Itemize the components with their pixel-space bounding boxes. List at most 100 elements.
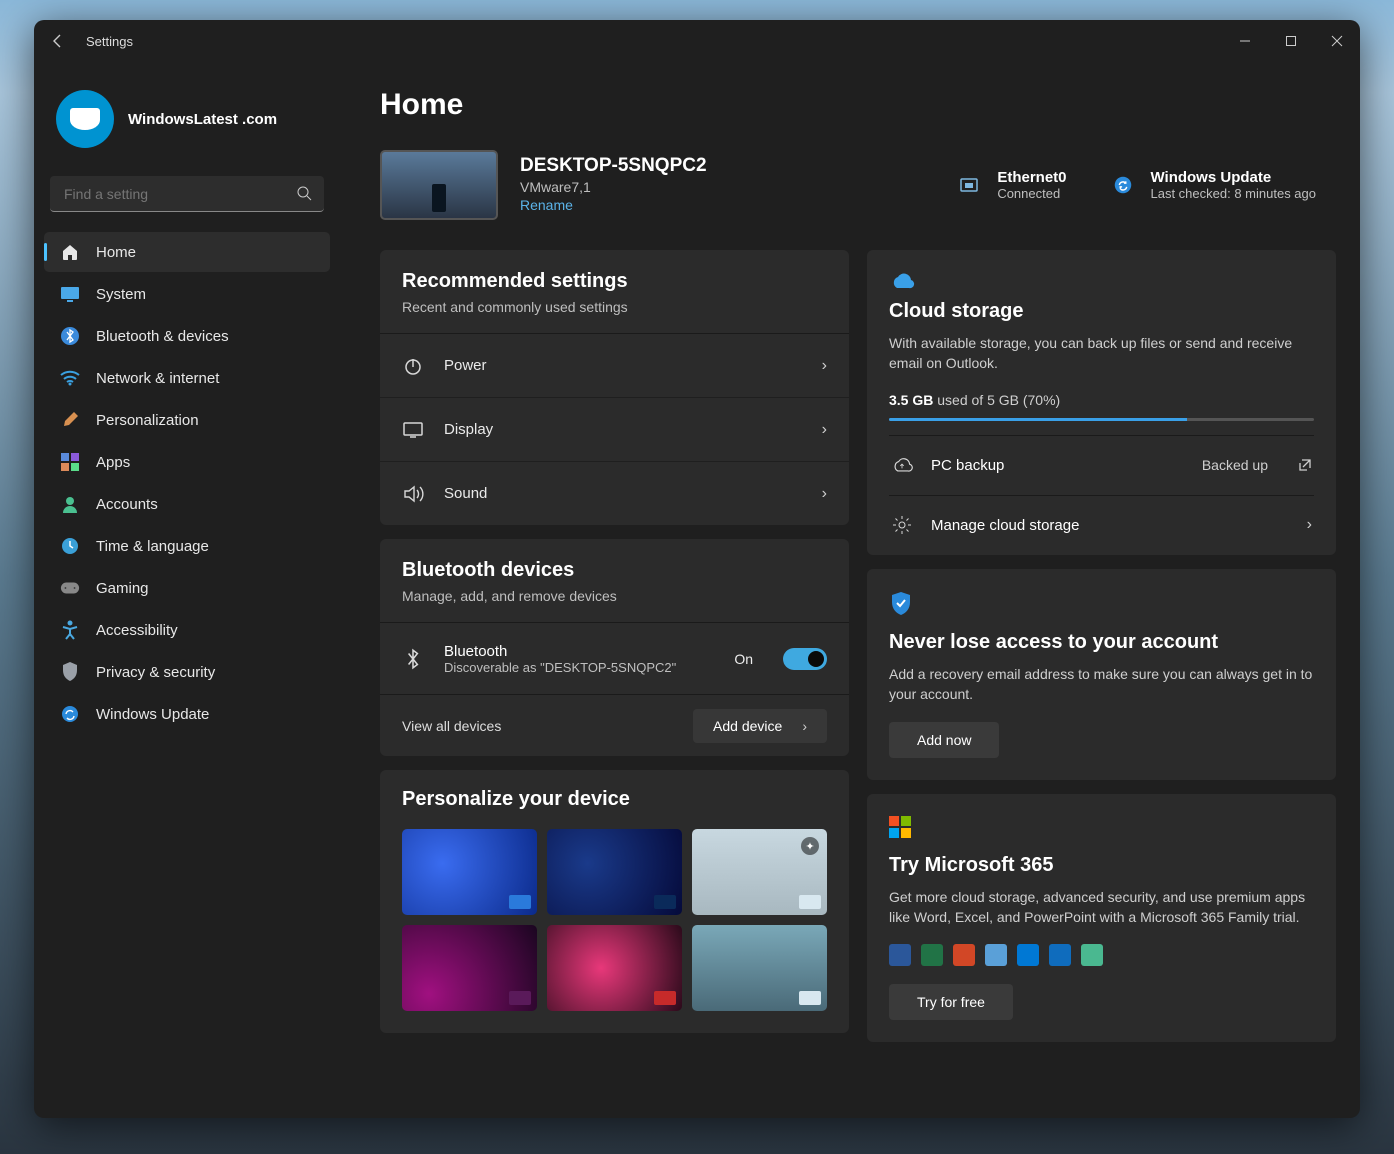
sidebar-item-label: Gaming — [96, 580, 149, 597]
theme-option[interactable] — [402, 925, 537, 1011]
sound-icon — [402, 485, 424, 503]
sidebar-item-label: Windows Update — [96, 706, 209, 723]
sidebar-item-label: Personalization — [96, 412, 199, 429]
search-input[interactable] — [50, 176, 324, 212]
power-icon — [402, 356, 424, 376]
m365-title: Try Microsoft 365 — [889, 854, 1314, 877]
clock-icon — [60, 536, 80, 556]
manage-cloud-label: Manage cloud storage — [931, 517, 1289, 534]
sidebar-item-gaming[interactable]: Gaming — [44, 568, 330, 608]
word-icon — [889, 944, 911, 966]
setting-sound[interactable]: Sound› — [380, 461, 849, 525]
sidebar-item-apps[interactable]: Apps — [44, 442, 330, 482]
theme-option[interactable] — [402, 829, 537, 915]
pc-backup-status: Backed up — [1202, 457, 1268, 473]
close-button[interactable] — [1314, 23, 1360, 59]
page-title: Home — [380, 88, 1336, 122]
recommended-sub: Recent and commonly used settings — [402, 299, 827, 315]
add-device-label: Add device — [713, 718, 782, 734]
bluetooth-icon — [60, 326, 80, 346]
theme-option[interactable] — [547, 925, 682, 1011]
recommended-title: Recommended settings — [402, 270, 827, 293]
shield-check-icon — [889, 591, 1314, 617]
update-sub: Last checked: 8 minutes ago — [1151, 186, 1317, 201]
bt-label: Bluetooth — [444, 643, 714, 660]
pc-backup-row[interactable]: PC backup Backed up — [889, 435, 1314, 495]
bluetooth-title: Bluetooth devices — [402, 559, 827, 582]
back-button[interactable] — [34, 20, 82, 62]
bluetooth-icon — [402, 648, 424, 670]
sidebar-item-home[interactable]: Home — [44, 232, 330, 272]
chevron-right-icon: › — [822, 485, 827, 503]
recovery-title: Never lose access to your account — [889, 631, 1314, 654]
setting-power[interactable]: Power› — [380, 333, 849, 397]
sidebar-item-system[interactable]: System — [44, 274, 330, 314]
chevron-right-icon: › — [1307, 516, 1312, 534]
manage-cloud-row[interactable]: Manage cloud storage › — [889, 495, 1314, 555]
recommended-card: Recommended settings Recent and commonly… — [380, 250, 849, 525]
defender-icon — [985, 944, 1007, 966]
external-link-icon — [1298, 458, 1312, 472]
device-info: DESKTOP-5SNQPC2 VMware7,1 Rename — [520, 155, 933, 215]
try-free-button[interactable]: Try for free — [889, 984, 1013, 1020]
chevron-right-icon: › — [822, 421, 827, 439]
bluetooth-toggle[interactable] — [783, 648, 827, 670]
search-icon[interactable] — [296, 185, 312, 201]
shield-icon — [60, 662, 80, 682]
setting-label: Display — [444, 421, 802, 438]
maximize-button[interactable] — [1268, 23, 1314, 59]
profile[interactable]: WindowsLatest .com — [44, 80, 330, 168]
network-title: Ethernet0 — [997, 169, 1066, 186]
excel-icon — [921, 944, 943, 966]
apps-icon — [60, 452, 80, 472]
device-name: DESKTOP-5SNQPC2 — [520, 155, 933, 177]
gaming-icon — [60, 578, 80, 598]
system-icon — [60, 284, 80, 304]
device-thumbnail[interactable] — [380, 150, 498, 220]
add-device-button[interactable]: Add device › — [693, 709, 827, 743]
sidebar-item-label: Accounts — [96, 496, 158, 513]
bluetooth-sub: Manage, add, and remove devices — [402, 588, 827, 604]
m365-card: Try Microsoft 365 Get more cloud storage… — [867, 794, 1336, 1042]
main: Home DESKTOP-5SNQPC2 VMware7,1 Rename Et… — [340, 62, 1360, 1118]
m365-body: Get more cloud storage, advanced securit… — [889, 887, 1314, 928]
account-icon — [60, 494, 80, 514]
pc-backup-label: PC backup — [931, 457, 1184, 474]
minimize-button[interactable] — [1222, 23, 1268, 59]
update-status[interactable]: Windows Update Last checked: 8 minutes a… — [1109, 169, 1317, 201]
spotlight-icon: ✦ — [801, 837, 819, 855]
sidebar-item-network-internet[interactable]: Network & internet — [44, 358, 330, 398]
add-now-button[interactable]: Add now — [889, 722, 999, 758]
rename-link[interactable]: Rename — [520, 197, 573, 213]
sidebar-item-privacy-security[interactable]: Privacy & security — [44, 652, 330, 692]
device-model: VMware7,1 — [520, 179, 933, 195]
setting-display[interactable]: Display › — [380, 397, 849, 461]
sidebar-item-accounts[interactable]: Accounts — [44, 484, 330, 524]
recovery-body: Add a recovery email address to make sur… — [889, 664, 1314, 705]
sidebar-item-personalization[interactable]: Personalization — [44, 400, 330, 440]
brush-icon — [60, 410, 80, 430]
view-all-devices[interactable]: View all devices — [402, 718, 501, 734]
sidebar-item-time-language[interactable]: Time & language — [44, 526, 330, 566]
sidebar-item-accessibility[interactable]: Accessibility — [44, 610, 330, 650]
sidebar-item-label: Home — [96, 244, 136, 261]
theme-option[interactable] — [692, 925, 827, 1011]
cloud-backup-icon — [891, 456, 913, 474]
home-icon — [60, 242, 80, 262]
theme-option[interactable] — [547, 829, 682, 915]
network-status[interactable]: Ethernet0 Connected — [955, 169, 1066, 201]
sidebar-item-bluetooth-devices[interactable]: Bluetooth & devices — [44, 316, 330, 356]
theme-option[interactable]: ✦ — [692, 829, 827, 915]
theme-grid: ✦ — [402, 829, 827, 1011]
chevron-right-icon: › — [802, 718, 807, 734]
cloud-title: Cloud storage — [889, 300, 1314, 323]
sidebar-item-label: Time & language — [96, 538, 209, 555]
storage-usage: 3.5 GB used of 5 GB (70%) — [889, 392, 1314, 408]
sidebar-item-windows-update[interactable]: Windows Update — [44, 694, 330, 734]
powerpoint-icon — [953, 944, 975, 966]
window-title: Settings — [82, 34, 1222, 49]
personalize-card: Personalize your device ✦ — [380, 770, 849, 1033]
network-sub: Connected — [997, 186, 1066, 201]
sidebar-item-label: Bluetooth & devices — [96, 328, 229, 345]
sidebar-item-label: System — [96, 286, 146, 303]
